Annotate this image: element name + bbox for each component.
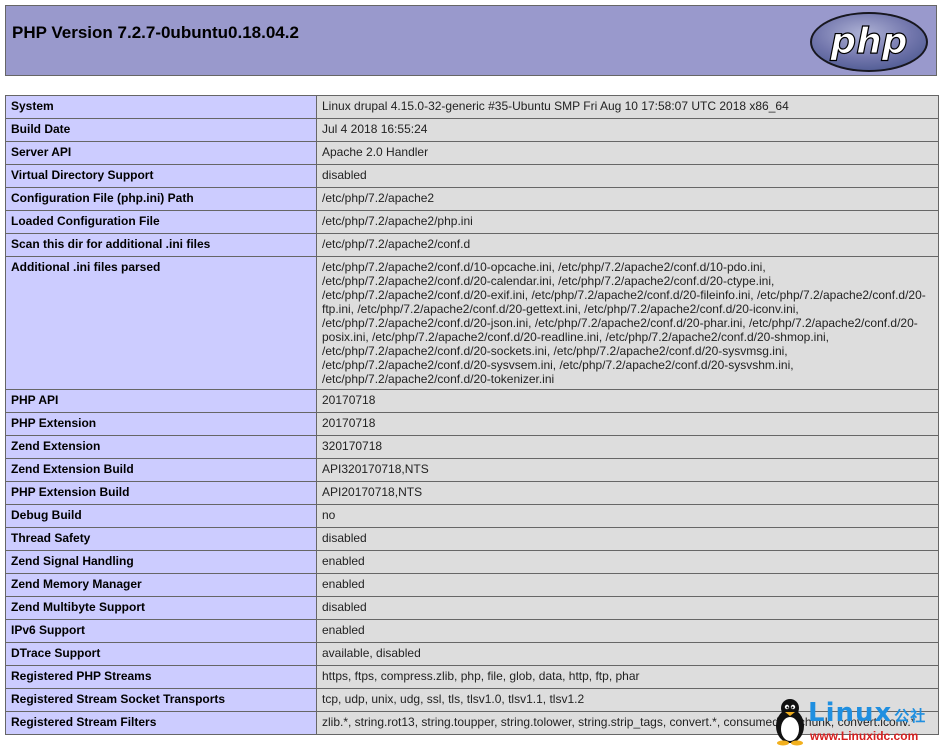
row-label: Debug Build	[5, 504, 317, 528]
table-row: Zend Signal Handling enabled	[5, 550, 939, 574]
row-value: 20170718	[316, 389, 939, 413]
table-row: Zend Memory Manager enabled	[5, 573, 939, 597]
row-label: Scan this dir for additional .ini files	[5, 233, 317, 257]
table-row: Scan this dir for additional .ini files /…	[5, 233, 939, 257]
row-label: Loaded Configuration File	[5, 210, 317, 234]
php-logo-text: php	[829, 21, 907, 62]
row-value: Jul 4 2018 16:55:24	[316, 118, 939, 142]
table-row: System Linux drupal 4.15.0-32-generic #35…	[5, 95, 939, 119]
table-row: IPv6 Support enabled	[5, 619, 939, 643]
table-row: Additional .ini files parsed/etc/php/7.2…	[5, 256, 939, 390]
row-value: API320170718,NTS	[316, 458, 939, 482]
row-label: Virtual Directory Support	[5, 164, 317, 188]
row-label: Thread Safety	[5, 527, 317, 551]
info-table: System Linux drupal 4.15.0-32-generic #35…	[5, 95, 939, 735]
table-row: Zend Extension Build API320170718,NTS	[5, 458, 939, 482]
table-row: Thread Safety disabled	[5, 527, 939, 551]
row-label: Registered PHP Streams	[5, 665, 317, 689]
page-title: PHP Version 7.2.7-0ubuntu0.18.04.2	[12, 23, 299, 42]
row-label: System	[5, 95, 317, 119]
row-value: Apache 2.0 Handler	[316, 141, 939, 165]
phpinfo-page: PHP Version 7.2.7-0ubuntu0.18.04.2 php S…	[0, 0, 946, 746]
watermark-brand: Linux 公社	[808, 698, 927, 728]
row-value: disabled	[316, 596, 939, 620]
table-row: Zend Multibyte Support disabled	[5, 596, 939, 620]
row-value: no	[316, 504, 939, 528]
row-value: Linux drupal 4.15.0-32-generic #35-Ubunt…	[316, 95, 939, 119]
row-label: Zend Signal Handling	[5, 550, 317, 574]
row-label: Configuration File (php.ini) Path	[5, 187, 317, 211]
version-header: PHP Version 7.2.7-0ubuntu0.18.04.2 php	[5, 5, 937, 76]
row-label: Build Date	[5, 118, 317, 142]
row-value: 320170718	[316, 435, 939, 459]
row-value: /etc/php/7.2/apache2/conf.d	[316, 233, 939, 257]
row-label: DTrace Support	[5, 642, 317, 666]
table-row: PHP Extension Build API20170718,NTS	[5, 481, 939, 505]
table-row: Configuration File (php.ini) Path/etc/ph…	[5, 187, 939, 211]
row-value: 20170718	[316, 412, 939, 436]
table-row: Virtual Directory Support disabled	[5, 164, 939, 188]
row-label: Zend Multibyte Support	[5, 596, 317, 620]
row-label: IPv6 Support	[5, 619, 317, 643]
row-label: Zend Extension	[5, 435, 317, 459]
row-value: available, disabled	[316, 642, 939, 666]
row-value: /etc/php/7.2/apache2/php.ini	[316, 210, 939, 234]
row-value: enabled	[316, 619, 939, 643]
row-label: Registered Stream Filters	[5, 711, 317, 735]
row-value: https, ftps, compress.zlib, php, file, g…	[316, 665, 939, 689]
row-value: /etc/php/7.2/apache2	[316, 187, 939, 211]
row-value: /etc/php/7.2/apache2/conf.d/10-opcache.i…	[316, 256, 939, 390]
row-label: PHP Extension	[5, 412, 317, 436]
table-row: DTrace Support available, disabled	[5, 642, 939, 666]
table-row: PHP API 20170718	[5, 389, 939, 413]
row-value: enabled	[316, 550, 939, 574]
php-logo-icon[interactable]: php	[809, 11, 929, 73]
row-value: disabled	[316, 164, 939, 188]
row-label: Zend Extension Build	[5, 458, 317, 482]
row-label: Zend Memory Manager	[5, 573, 317, 597]
table-row: Zend Extension 320170718	[5, 435, 939, 459]
table-row: Build Date Jul 4 2018 16:55:24	[5, 118, 939, 142]
row-label: Server API	[5, 141, 317, 165]
penguin-icon	[776, 699, 804, 746]
watermark: Linux 公社 www.Linuxidc.com	[770, 696, 946, 746]
table-row: Server API Apache 2.0 Handler	[5, 141, 939, 165]
row-value: enabled	[316, 573, 939, 597]
table-row: PHP Extension 20170718	[5, 412, 939, 436]
row-value: disabled	[316, 527, 939, 551]
row-label: PHP API	[5, 389, 317, 413]
watermark-url: www.Linuxidc.com	[810, 729, 919, 743]
table-row: Loaded Configuration File/etc/php/7.2/ap…	[5, 210, 939, 234]
row-label: Registered Stream Socket Transports	[5, 688, 317, 712]
row-value: API20170718,NTS	[316, 481, 939, 505]
row-label: PHP Extension Build	[5, 481, 317, 505]
table-row: Registered PHP Streams https, ftps, compr…	[5, 665, 939, 689]
row-label: Additional .ini files parsed	[5, 256, 317, 390]
table-row: Debug Build no	[5, 504, 939, 528]
